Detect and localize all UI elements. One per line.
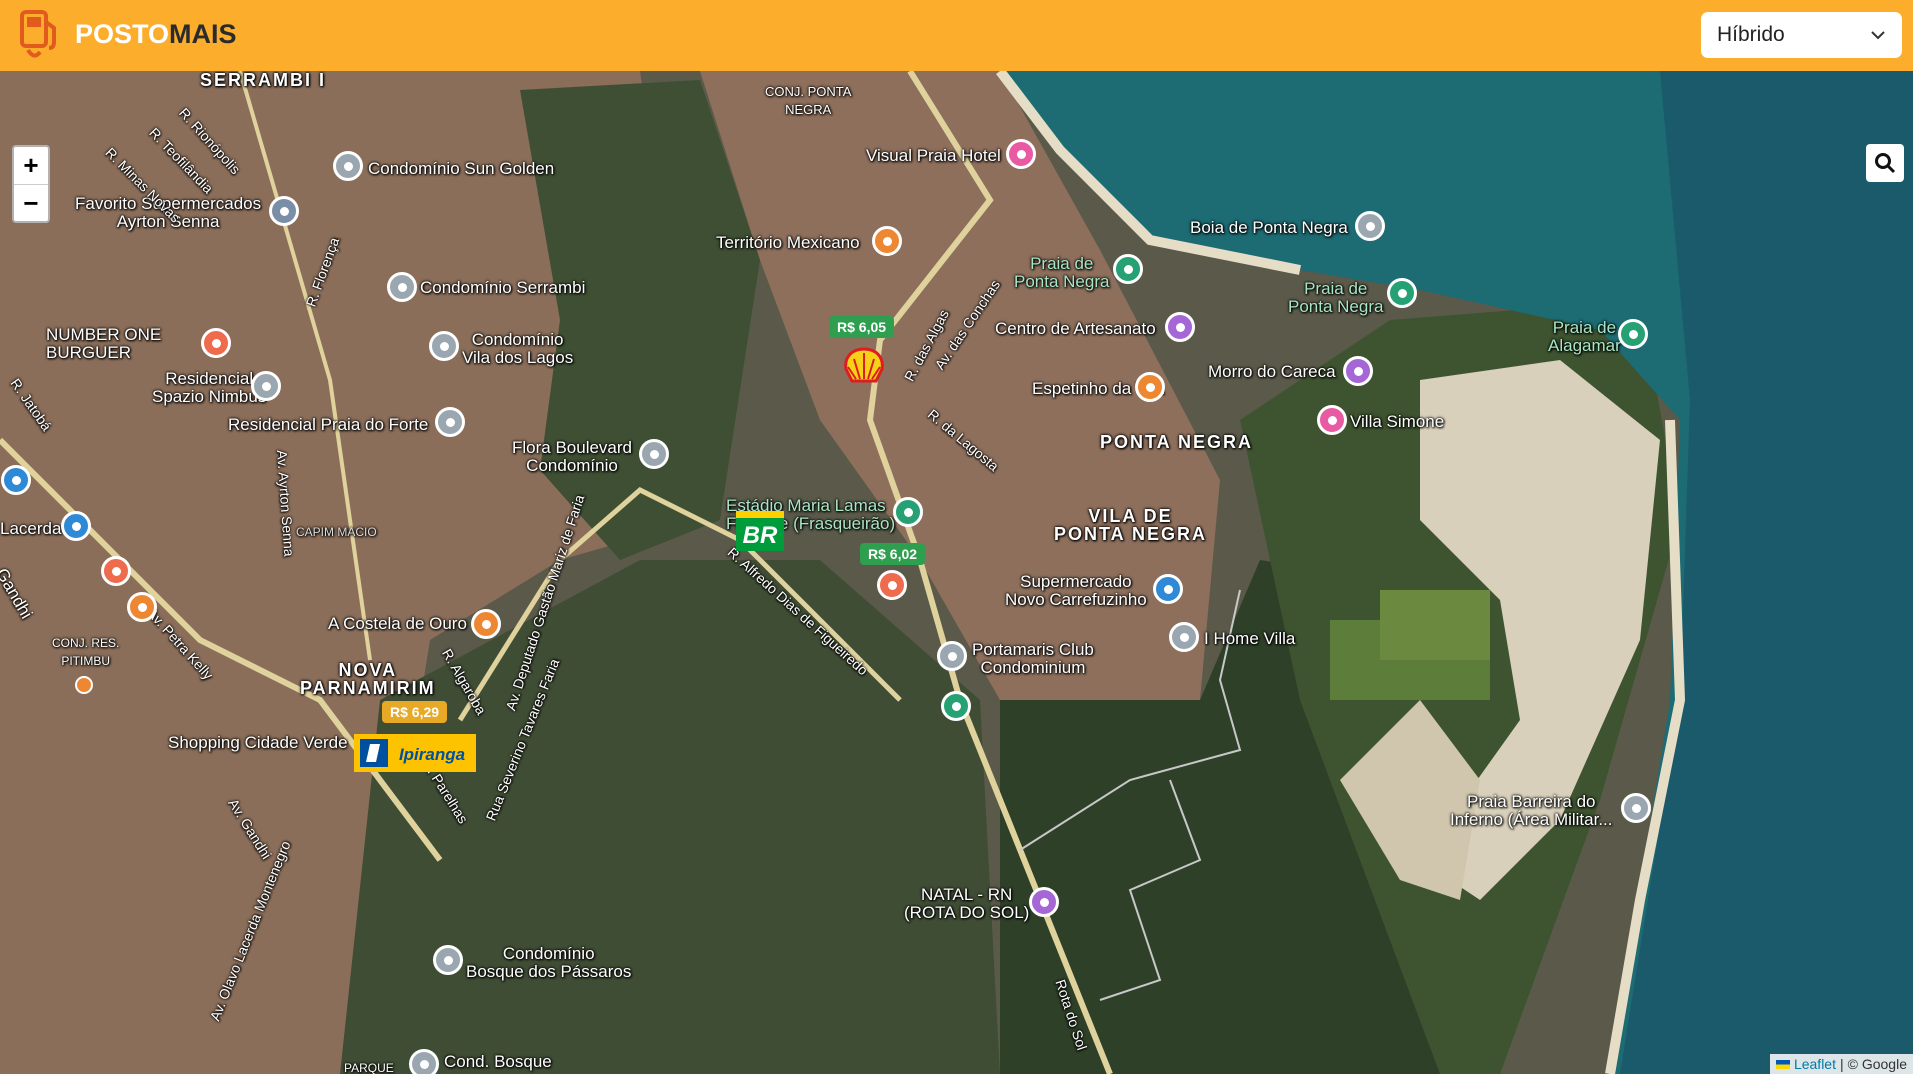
zoom-in-button[interactable]: +	[14, 147, 48, 185]
zoom-control: + −	[12, 145, 50, 223]
hotel-icon[interactable]	[1006, 139, 1036, 169]
map-type-value: Híbrido	[1717, 23, 1785, 46]
label-shopping[interactable]: Shopping Cidade Verde	[168, 734, 348, 752]
brand-logo[interactable]: POSTOMAIS	[75, 19, 237, 50]
label-bosque-passaros[interactable]: Condomínio Bosque dos Pássaros	[466, 945, 631, 981]
label-nova-parnamirim: NOVA PARNAMIRIM	[300, 660, 436, 698]
poi-pin-praia-forte[interactable]	[435, 407, 465, 437]
price-tag-ipiranga[interactable]: R$ 6,29	[382, 701, 448, 723]
label-boia[interactable]: Boia de Ponta Negra	[1190, 219, 1348, 237]
brand-part-posto: POSTO	[75, 19, 170, 49]
label-conj-ponta-negra: CONJ. PONTA NEGRA	[765, 84, 852, 117]
label-serrambi: SERRAMBI I	[200, 71, 327, 90]
label-capim-macio: CAPIM MACIO	[296, 525, 377, 539]
label-territorio[interactable]: Território Mexicano	[716, 234, 860, 252]
leaflet-link[interactable]: Leaflet	[1794, 1056, 1836, 1072]
poi-pin-flora[interactable]	[639, 439, 669, 469]
poi-pin-home-villa[interactable]	[1169, 622, 1199, 652]
label-praia-ponta-negra-2[interactable]: Praia de Ponta Negra	[1288, 280, 1383, 316]
label-cond-serrambi[interactable]: Condomínio Serrambi	[420, 279, 585, 297]
shopping-cart-icon[interactable]	[269, 196, 299, 226]
poi-pin-cond-bosque[interactable]	[409, 1049, 439, 1074]
label-cond-bosque[interactable]: Cond. Bosque	[444, 1053, 552, 1071]
label-residencial-spazio[interactable]: Residencial Spazio Nimbus	[152, 370, 266, 406]
br-station-icon[interactable]: BR	[736, 511, 784, 551]
poi-pin-barreira[interactable]	[1621, 793, 1651, 823]
zoom-out-button[interactable]: −	[14, 185, 48, 222]
svg-text:Ipiranga: Ipiranga	[399, 745, 465, 764]
label-number-one[interactable]: NUMBER ONE BURGUER	[46, 326, 161, 362]
label-praia-barreira[interactable]: Praia Barreira do Inferno (Área Militar.…	[1450, 793, 1613, 829]
shopping-cart-icon[interactable]	[1153, 574, 1183, 604]
label-home-villa[interactable]: I Home Villa	[1204, 630, 1295, 648]
ukraine-flag-icon	[1775, 1059, 1790, 1069]
shell-station-icon[interactable]	[842, 347, 886, 387]
label-lacerda[interactable]: Lacerda	[0, 520, 61, 538]
restaurant-icon[interactable]	[471, 609, 501, 639]
label-parque: PARQUE	[344, 1061, 394, 1074]
app-header: POSTOMAIS Híbrido	[0, 0, 1913, 71]
label-praia-alagamar[interactable]: Praia de Alagamar	[1548, 319, 1621, 355]
camera-icon[interactable]	[1343, 356, 1373, 386]
map-type-select[interactable]: Híbrido	[1701, 12, 1902, 58]
fast-food-icon[interactable]	[201, 328, 231, 358]
attribution-separator: |	[1840, 1056, 1844, 1072]
hotel-icon[interactable]	[1317, 405, 1347, 435]
label-vila-ponta-negra: VILA DE PONTA NEGRA	[1054, 506, 1208, 544]
label-sun-golden[interactable]: Condomínio Sun Golden	[368, 160, 554, 178]
map-view[interactable]: SERRAMBI I CONJ. PONTA NEGRA Visual Prai…	[0, 71, 1913, 1074]
beach-icon[interactable]	[1113, 254, 1143, 284]
label-vila-dos-lagos[interactable]: Condomínio Vila dos Lagos	[462, 331, 573, 367]
fast-food-icon[interactable]	[101, 556, 131, 586]
stadium-icon[interactable]	[893, 497, 923, 527]
google-attribution: © Google	[1847, 1056, 1907, 1072]
restaurant-icon[interactable]	[127, 592, 157, 622]
label-villa-simone[interactable]: Villa Simone	[1350, 413, 1444, 431]
park-icon[interactable]	[941, 691, 971, 721]
restaurant-icon[interactable]	[872, 226, 902, 256]
svg-text:BR: BR	[743, 522, 778, 549]
price-tag-br[interactable]: R$ 6,02	[860, 543, 926, 565]
lock-icon[interactable]	[61, 511, 91, 541]
price-tag-shell[interactable]: R$ 6,05	[829, 316, 895, 338]
label-costela[interactable]: A Costela de Ouro	[328, 615, 467, 633]
label-portamaris[interactable]: Portamaris Club Condominium	[972, 641, 1094, 677]
label-conj-pitimbu: CONJ. RES. PITIMBU	[52, 636, 120, 668]
search-button[interactable]	[1866, 144, 1904, 182]
poi-pin-portamaris[interactable]	[937, 641, 967, 671]
label-visual-praia-hotel[interactable]: Visual Praia Hotel	[866, 147, 1001, 165]
poi-pin-serrambi[interactable]	[387, 272, 417, 302]
chevron-down-icon	[1871, 31, 1885, 40]
label-flora-boulevard[interactable]: Flora Boulevard Condomínio	[512, 439, 632, 475]
label-praia-ponta-negra-1[interactable]: Praia de Ponta Negra	[1014, 255, 1109, 291]
monument-icon[interactable]	[1029, 887, 1059, 917]
poi-pin-bosque[interactable]	[433, 945, 463, 975]
label-morro-careca[interactable]: Morro do Careca	[1208, 363, 1336, 381]
restaurant-icon[interactable]	[1135, 372, 1165, 402]
label-residencial-praia[interactable]: Residencial Praia do Forte	[228, 416, 428, 434]
shopping-cart-icon[interactable]	[1, 465, 31, 495]
label-ponta-negra: PONTA NEGRA	[1100, 432, 1254, 452]
camera-icon[interactable]	[1165, 312, 1195, 342]
poi-pin-boia[interactable]	[1355, 211, 1385, 241]
poi-pin-vila-lagos[interactable]	[429, 331, 459, 361]
poi-pin-sun-golden[interactable]	[333, 151, 363, 181]
poi-pin-spazio[interactable]	[251, 371, 281, 401]
beach-icon[interactable]	[1618, 319, 1648, 349]
brand-part-mais: MAIS	[169, 19, 237, 49]
beach-icon[interactable]	[1387, 278, 1417, 308]
label-centro-artesanato[interactable]: Centro de Artesanato	[995, 320, 1156, 338]
ipiranga-station-icon[interactable]: Ipiranga	[354, 734, 476, 772]
label-supermercado-novo[interactable]: Supermercado Novo Carrefuzinho	[1005, 573, 1147, 609]
poi-pin-small[interactable]	[75, 676, 93, 694]
search-icon	[1875, 153, 1896, 174]
label-natal-rn[interactable]: NATAL - RN (ROTA DO SOL)	[904, 886, 1029, 922]
map-attribution: Leaflet | © Google	[1769, 1054, 1913, 1074]
fuel-pump-icon	[20, 10, 56, 58]
fast-food-icon[interactable]	[877, 570, 907, 600]
